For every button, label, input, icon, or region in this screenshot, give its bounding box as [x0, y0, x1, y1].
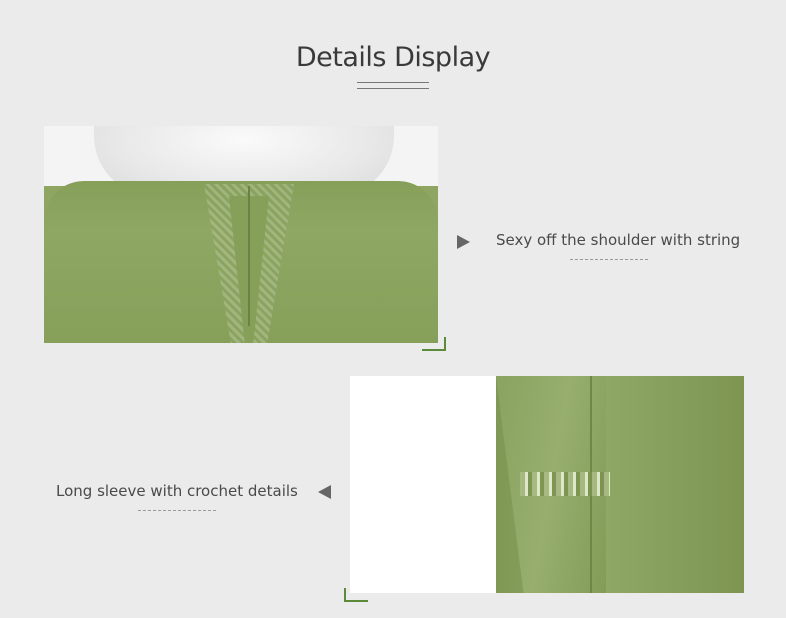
tie-string [248, 186, 250, 326]
detail-photo-sleeve [350, 376, 744, 593]
caption-underline-2 [138, 510, 216, 511]
title-underline [357, 82, 429, 89]
detail-caption-2: Long sleeve with crochet details [56, 482, 298, 500]
crochet-band [520, 472, 610, 496]
arrow-right-icon [457, 235, 470, 249]
page-title: Details Display [295, 42, 491, 73]
corner-accent-2 [344, 588, 368, 602]
detail-photo-shoulder [44, 126, 438, 343]
corner-accent-1 [422, 337, 446, 351]
arrow-left-icon [318, 485, 331, 499]
detail-caption-1: Sexy off the shoulder with string [496, 231, 741, 249]
caption-underline-1 [570, 259, 648, 260]
